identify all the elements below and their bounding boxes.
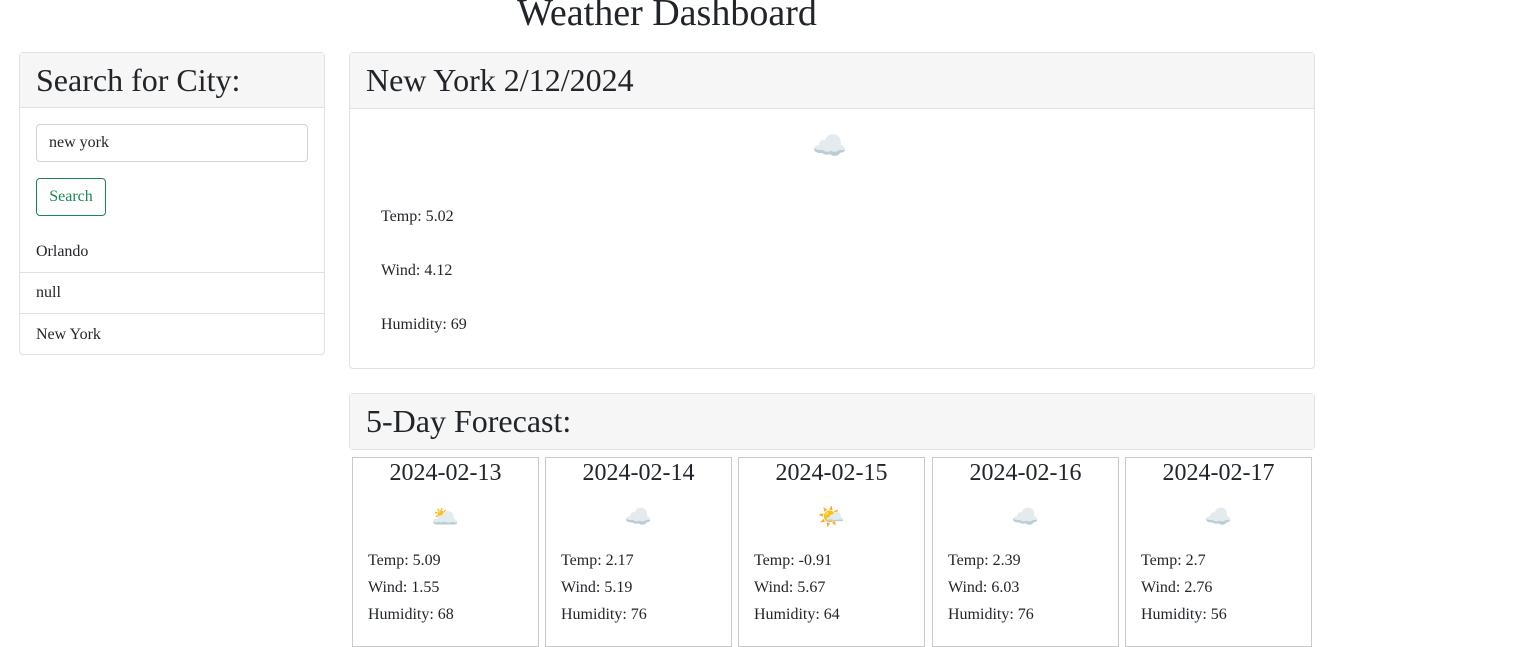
forecast-heading: 5-Day Forecast: [350, 394, 1314, 449]
forecast-humidity: Humidity: 56 [1141, 606, 1227, 623]
forecast-date: 2024-02-14 [582, 460, 695, 486]
forecast-date: 2024-02-16 [969, 460, 1082, 486]
forecast-humidity: Humidity: 68 [368, 606, 454, 623]
forecast-temp: Temp: 2.7 [1141, 552, 1206, 569]
forecast-wind: Wind: 5.67 [754, 579, 826, 596]
city-search-input[interactable] [36, 124, 308, 162]
cloud-icon: ☁️ [1011, 504, 1040, 529]
forecast-day-card: 2024-02-14 ☁️ Temp: 2.17 Wind: 5.19 Humi… [545, 457, 732, 647]
forecast-humidity: Humidity: 76 [561, 606, 647, 623]
partly-cloudy-icon: 🌥️ [431, 504, 460, 529]
search-button[interactable]: Search [36, 178, 106, 216]
forecast-day-card: 2024-02-15 🌤️ Temp: -0.91 Wind: 5.67 Hum… [738, 457, 925, 647]
history-item-orlando[interactable]: Orlando [20, 232, 324, 273]
forecast-wind: Wind: 5.19 [561, 579, 633, 596]
cloud-icon: ☁️ [1204, 504, 1233, 529]
forecast-temp: Temp: 2.39 [948, 552, 1021, 569]
current-weather-card: New York 2/12/2024 ☁️ Temp: 5.02 Wind: 4… [349, 52, 1315, 369]
forecast-wind: Wind: 2.76 [1141, 579, 1213, 596]
forecast-date: 2024-02-15 [775, 460, 888, 486]
search-panel: Search for City: Search Orlando null New… [19, 52, 325, 355]
cloud-icon: ☁️ [624, 504, 653, 529]
forecast-temp: Temp: 2.17 [561, 552, 634, 569]
few-clouds-icon: 🌤️ [817, 504, 846, 529]
current-humidity: Humidity: 69 [381, 316, 467, 333]
current-temp: Temp: 5.02 [381, 208, 454, 225]
search-history-list: Orlando null New York [20, 232, 324, 355]
history-item-null[interactable]: null [20, 273, 324, 314]
search-heading: Search for City: [20, 53, 324, 108]
forecast-temp: Temp: 5.09 [368, 552, 441, 569]
forecast-day-card: 2024-02-13 🌥️ Temp: 5.09 Wind: 1.55 Humi… [352, 457, 539, 647]
page-title: Weather Dashboard [517, 0, 817, 34]
forecast-day-card: 2024-02-17 ☁️ Temp: 2.7 Wind: 2.76 Humid… [1125, 457, 1312, 647]
current-weather-title: New York 2/12/2024 [350, 53, 1314, 109]
forecast-wind: Wind: 1.55 [368, 579, 440, 596]
forecast-date: 2024-02-13 [389, 460, 502, 486]
cloud-icon: ☁️ [812, 131, 847, 162]
forecast-humidity: Humidity: 76 [948, 606, 1034, 623]
forecast-temp: Temp: -0.91 [754, 552, 832, 569]
forecast-humidity: Humidity: 64 [754, 606, 840, 623]
current-wind: Wind: 4.12 [381, 262, 453, 279]
forecast-panel: 5-Day Forecast: [349, 393, 1315, 450]
forecast-date: 2024-02-17 [1162, 460, 1275, 486]
forecast-day-card: 2024-02-16 ☁️ Temp: 2.39 Wind: 6.03 Humi… [932, 457, 1119, 647]
history-item-new-york[interactable]: New York [20, 314, 324, 355]
forecast-wind: Wind: 6.03 [948, 579, 1020, 596]
